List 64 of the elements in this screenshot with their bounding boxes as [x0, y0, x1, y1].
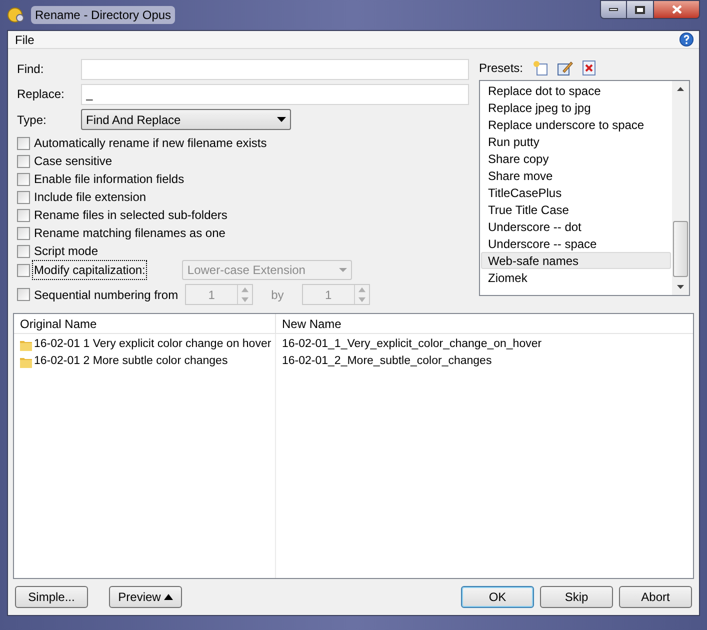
caret-icon	[164, 594, 173, 600]
scroll-thumb[interactable]	[673, 221, 688, 277]
table-cell-text: 16-02-01 2 More subtle color changes	[34, 354, 228, 369]
field-label: Replace:	[17, 86, 66, 103]
type-dropdown[interactable]: Find And Replace	[81, 109, 291, 130]
preset-item[interactable]: Run putty	[481, 133, 671, 150]
preset-item[interactable]: Replace jpeg to jpg	[481, 99, 671, 116]
table-cell-text: 16-02-01_2_More_subtle_color_changes	[282, 354, 492, 369]
checkbox[interactable]	[17, 172, 30, 186]
preset-item[interactable]: Underscore -- dot	[481, 218, 671, 235]
help-icon[interactable]	[679, 32, 694, 47]
dialog-button[interactable]: Skip	[540, 586, 613, 608]
checkbox-label: Enable file information fields	[33, 171, 186, 188]
delete-preset-icon[interactable]	[582, 60, 596, 76]
checkbox[interactable]	[17, 154, 30, 168]
preset-item[interactable]: True Title Case	[481, 201, 671, 218]
checkbox-label: Modify capitalization:	[33, 261, 146, 279]
checkbox[interactable]	[17, 264, 30, 276]
maximize-button[interactable]	[627, 0, 654, 19]
checkbox-label: Include file extension	[33, 189, 148, 206]
dialog-button[interactable]: OK	[461, 586, 534, 608]
preset-item[interactable]: TitleCasePlus	[481, 184, 671, 201]
dialog-button[interactable]: Abort	[619, 586, 692, 608]
app-icon	[7, 6, 25, 24]
field-label: Find:	[17, 61, 45, 78]
checkbox-label: Script mode	[33, 243, 100, 260]
checkbox-label: Rename matching filenames as one	[33, 225, 226, 242]
checkbox-label: Sequential numbering from	[33, 286, 180, 304]
new-preset-icon[interactable]	[532, 60, 548, 76]
checkbox[interactable]	[17, 190, 30, 204]
column-header[interactable]: New Name	[276, 314, 693, 333]
edit-preset-icon[interactable]	[557, 60, 574, 76]
preset-item[interactable]: Share copy	[481, 150, 671, 167]
caret-icon	[277, 117, 286, 122]
menu-item[interactable]: File	[13, 30, 36, 48]
checkbox[interactable]	[17, 136, 30, 150]
close-icon	[672, 5, 682, 14]
dialog-button[interactable]: Preview	[109, 586, 182, 608]
scrollbar[interactable]	[672, 81, 689, 295]
window-title: Rename - Directory Opus	[31, 6, 176, 24]
preset-item[interactable]: Share move	[481, 167, 671, 184]
column-header[interactable]: Original Name	[14, 314, 276, 333]
by-label: by	[271, 286, 284, 304]
text-field[interactable]	[81, 58, 469, 80]
close-button[interactable]	[654, 0, 700, 19]
preset-item[interactable]: Replace underscore to space	[481, 116, 671, 133]
preset-item[interactable]: Web-safe names	[481, 252, 671, 269]
preset-item[interactable]: Underscore -- space	[481, 235, 671, 252]
preset-item[interactable]: Ziomek	[481, 269, 671, 286]
text-field[interactable]: _	[81, 84, 469, 104]
table-cell-text: 16-02-01_1_Very_explicit_color_change_on_hover	[282, 336, 542, 352]
minimize-button[interactable]	[600, 0, 627, 19]
presets-label: Presets:	[479, 60, 524, 77]
dialog-button[interactable]: Simple...	[15, 586, 88, 608]
checkbox[interactable]	[17, 244, 30, 258]
field-label: Type:	[17, 112, 48, 128]
checkbox[interactable]	[17, 208, 30, 222]
checkbox-label: Automatically rename if new filename exists	[33, 135, 268, 152]
table-cell-text: 16-02-01 1 Very explicit color change on hover	[34, 336, 272, 352]
checkbox[interactable]	[17, 226, 30, 240]
checkbox-label: Case sensitive	[33, 153, 114, 170]
preset-item[interactable]: Replace dot to space	[481, 82, 671, 99]
caret-icon	[339, 268, 348, 272]
checkbox-label: Rename files in selected sub-folders	[33, 207, 228, 224]
